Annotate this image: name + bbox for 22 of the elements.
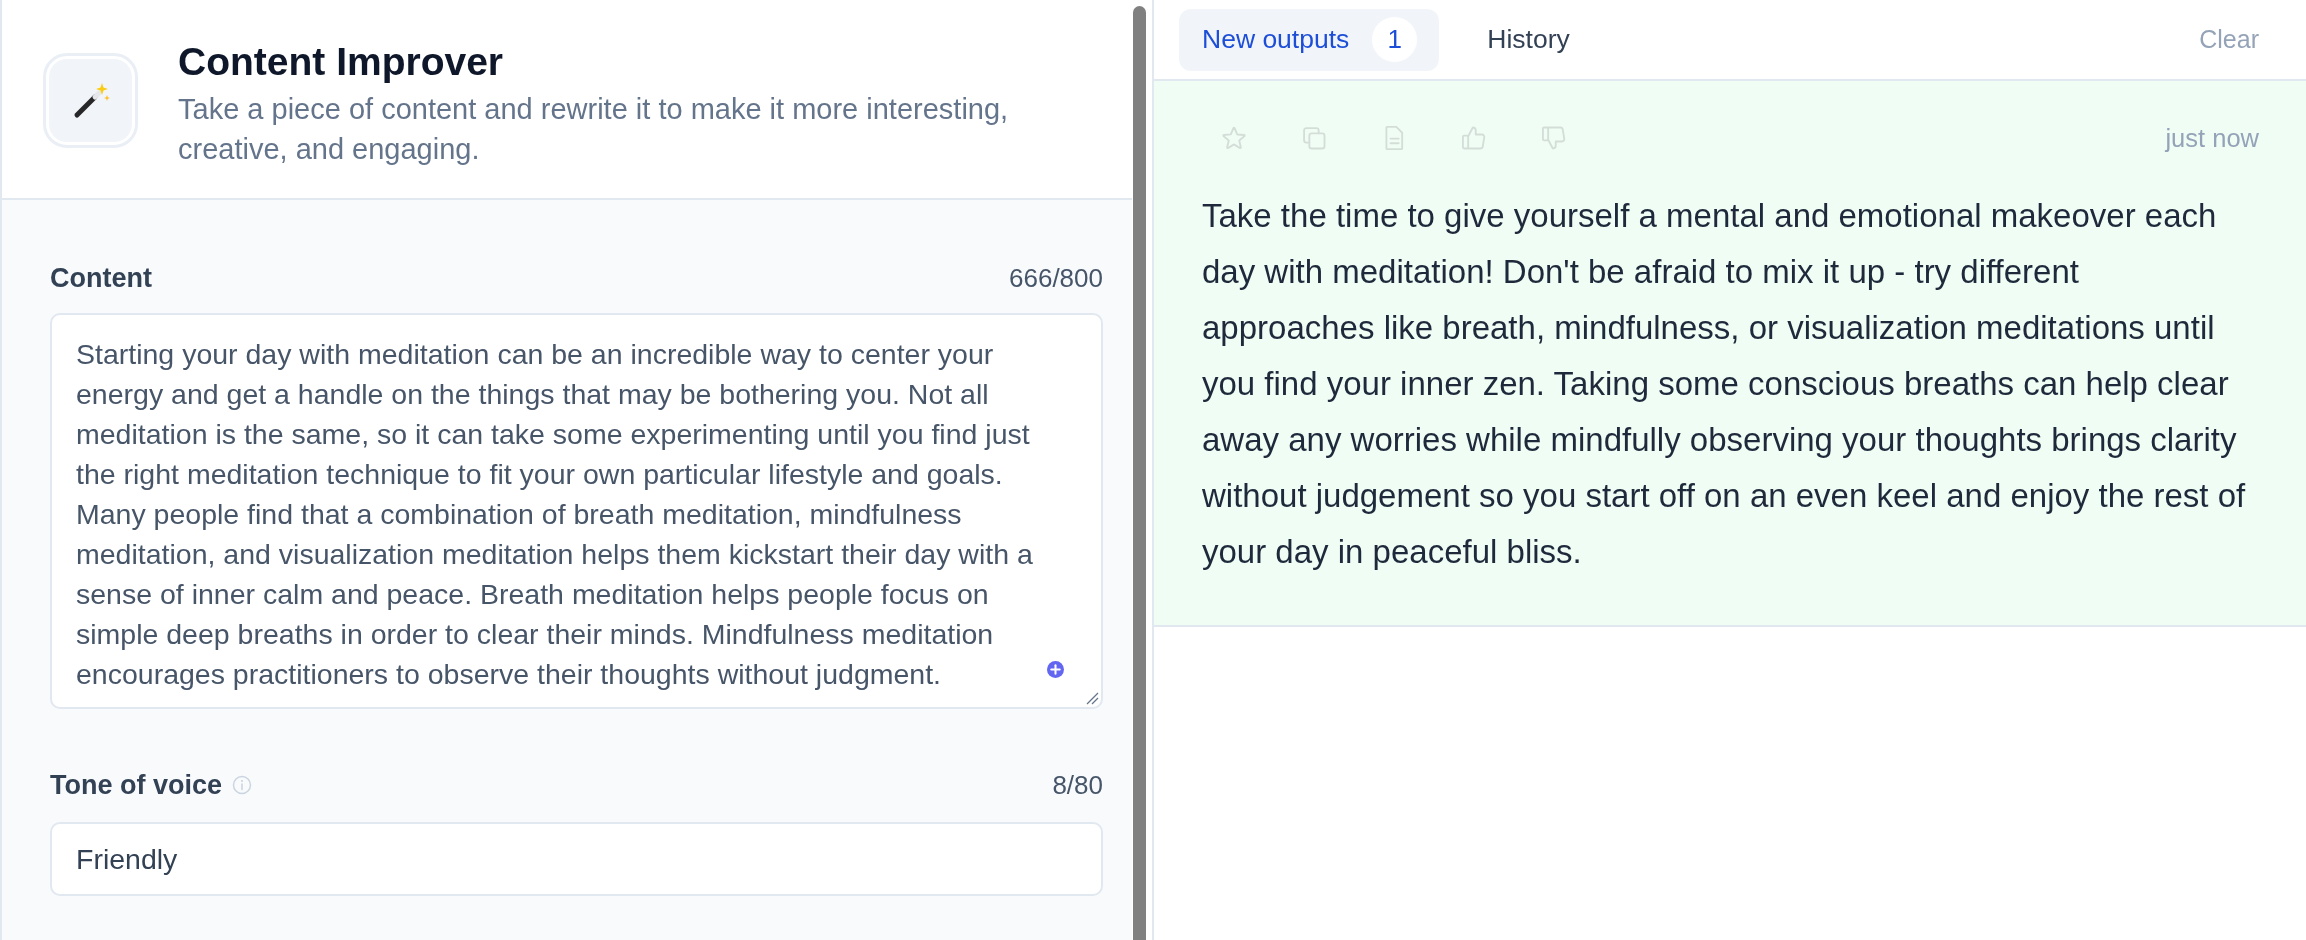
tool-description: Take a piece of content and rewrite it to make it more interesting, creative, and engaging. bbox=[178, 92, 1010, 167]
field-label: Tone of voice bbox=[50, 770, 223, 800]
thumbs-down-icon[interactable] bbox=[1540, 124, 1568, 152]
info-icon[interactable] bbox=[232, 775, 253, 795]
tab[interactable]: History bbox=[1464, 8, 1593, 71]
textarea-field[interactable]: Starting your day with meditation can be an incredible way to center your energy and get a handle on the things that may be bothering you. Not all meditation is the same, so it can take some experimenting until you find just the right meditation technique to fit your own particular lifestyle and goals. Many people find that a combination of breath meditation, mindfulness meditation, and visualization meditation helps them kickstart their day with a sense of inner calm and peace. Breath meditation helps people focus on simple deep breaths in order to clear their minds. Mindfulness meditation encourages practitioners to observe their thoughts without judgment. bbox=[50, 313, 1103, 709]
thumbs-up-icon[interactable] bbox=[1460, 124, 1488, 152]
character-counter: 666/800 bbox=[1009, 263, 1103, 293]
resize-handle-icon[interactable] bbox=[1086, 692, 1099, 705]
tab[interactable]: New outputs 1 bbox=[1179, 8, 1440, 71]
text-input-field[interactable]: Friendly bbox=[50, 822, 1103, 896]
magic-wand-icon bbox=[43, 53, 138, 148]
star-icon[interactable] bbox=[1220, 124, 1248, 152]
scrollbar-thumb[interactable] bbox=[1133, 6, 1146, 940]
output-text: Take the time to give yourself a mental and emotional makeover each day with meditation! Don't be afraid to mix it up - try different approaches like breath, mindfulness, or visualization meditations until you find your inner zen. Taking some conscious breaths can help clear away any worries while mindfully observing your thoughts brings clarity without judgement so you start off on an even keel and enjoy the rest of your day in peaceful bliss. bbox=[1202, 196, 2247, 572]
tool-title: Content Improver bbox=[178, 42, 505, 82]
character-counter: 8/80 bbox=[1052, 770, 1103, 800]
plus-circle-icon[interactable] bbox=[1047, 661, 1064, 678]
copy-icon[interactable] bbox=[1300, 124, 1328, 152]
count-badge: 1 bbox=[1372, 17, 1418, 62]
field-label: Content bbox=[50, 263, 152, 293]
timestamp: just now bbox=[2165, 122, 2259, 154]
